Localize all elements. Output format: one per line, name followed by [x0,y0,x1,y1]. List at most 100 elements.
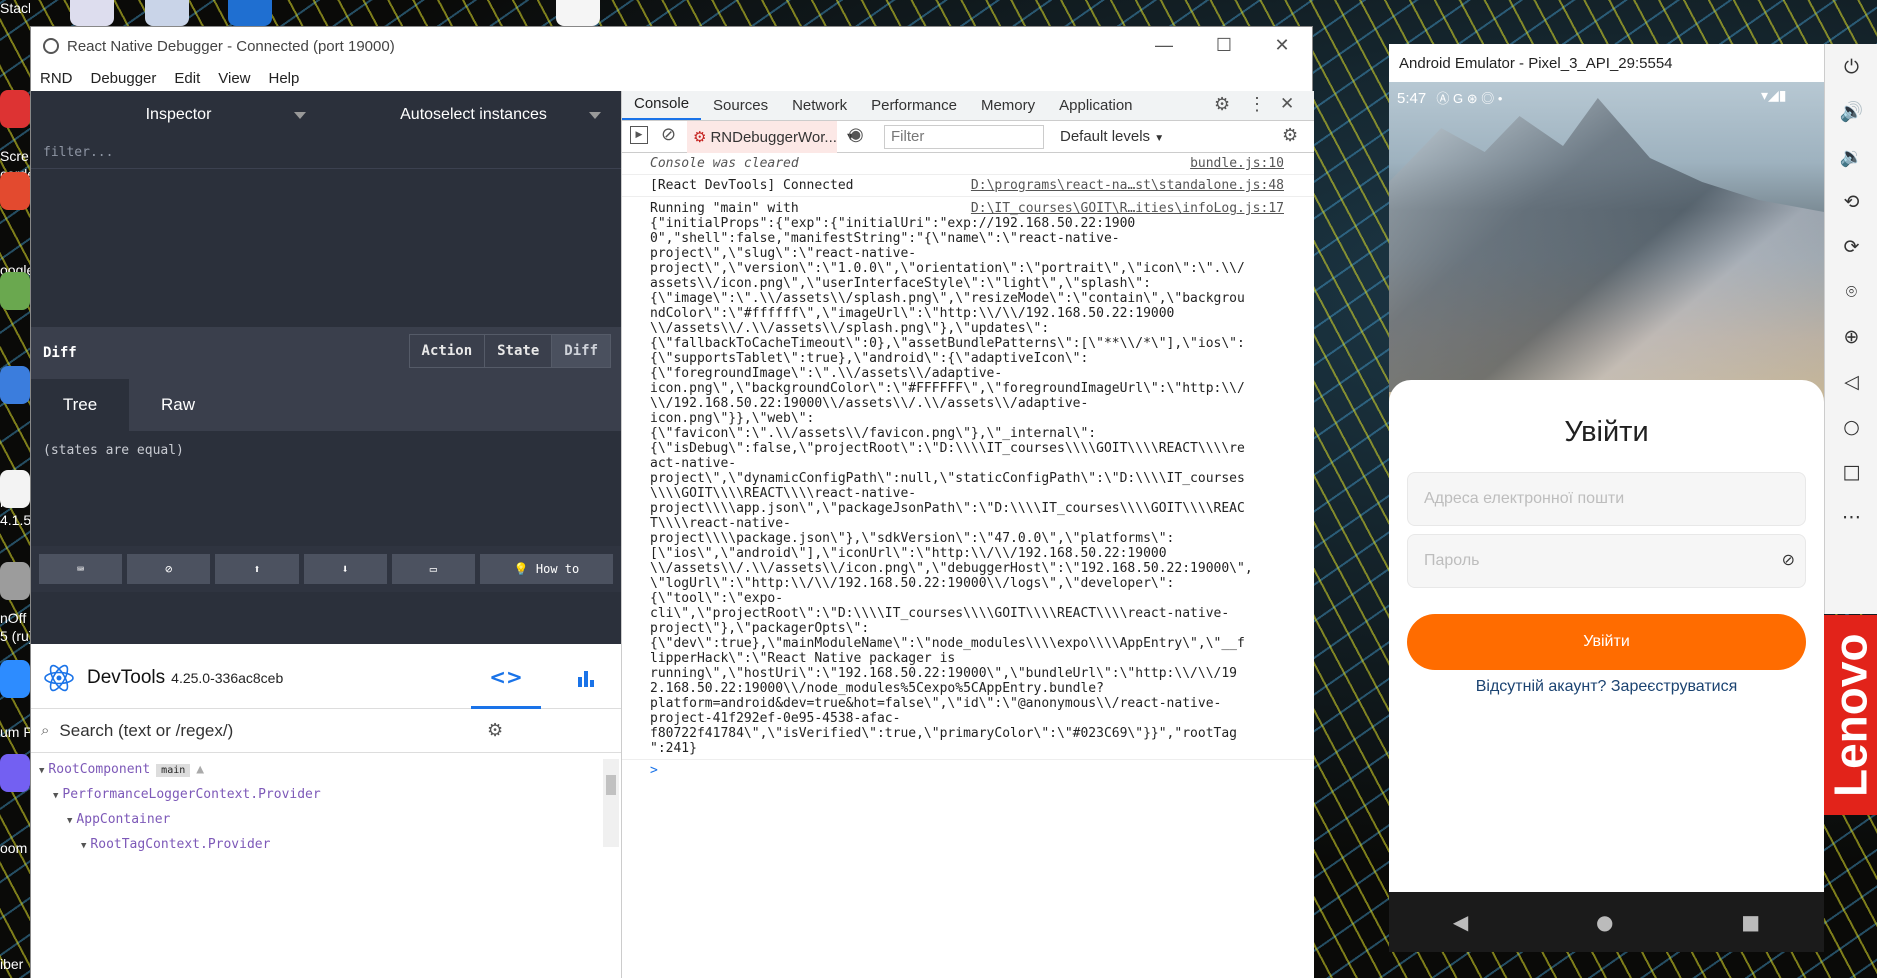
tab-tree[interactable]: Tree [31,379,129,431]
desktop-app-icon[interactable] [0,90,30,128]
power-icon[interactable]: ⏻ [1825,44,1877,89]
console-filter-input[interactable]: Filter [884,125,1044,149]
camera-icon[interactable]: ⌾ [1825,269,1877,314]
segment-action[interactable]: Action [410,335,485,367]
taskbar-app-icon[interactable] [228,0,272,26]
desktop-app-icon[interactable] [0,272,30,310]
tree-row[interactable]: ▼ RootComponent main ▲ [39,758,621,783]
more-icon[interactable]: ⋯ [1825,494,1877,539]
desktop-app-icon[interactable] [0,172,30,210]
devtools-tabbar: Console Sources Network Performance Memo… [622,91,1314,121]
context-select[interactable]: ⚙ RNDebuggerWor... ▼ [687,121,856,153]
volume-down-icon[interactable]: 🔉 [1825,134,1877,179]
tab-raw[interactable]: Raw [129,379,227,431]
login-button[interactable]: Увійти [1407,614,1806,670]
sidebar-toggle-icon[interactable]: ▶ [630,126,648,144]
close-devtools-icon[interactable]: ✕ [1280,94,1294,114]
caret-down-icon: ▼ [81,841,87,851]
password-field[interactable]: Пароль ⊘ [1407,534,1806,588]
menu-rnd[interactable]: RND [31,70,82,87]
clear-console-icon[interactable]: ⊘ [661,124,676,145]
component-search-input[interactable]: Search (text or /regex/) [59,721,233,741]
desktop-app-icon[interactable] [0,562,30,600]
log-levels-label: Default levels [1060,128,1151,145]
desktop-app-icon[interactable] [0,366,30,404]
menu-debugger[interactable]: Debugger [82,70,166,87]
source-link[interactable]: D:\programs\react-na…st\standalone.js:48 [971,178,1284,193]
minimize-icon[interactable]: — [1149,35,1179,56]
console-line: Running "main" with {"initialProps":{"ex… [622,197,1314,760]
home-icon[interactable]: ○ [1825,404,1877,449]
overview-icon[interactable]: □ [1825,449,1877,494]
console-settings-icon[interactable]: ⚙ [1282,125,1298,146]
log-levels-select[interactable]: Default levels ▼ [1060,128,1164,145]
prompt-chevron-icon: > [650,763,658,778]
desktop-icon-label[interactable]: 5 (ru) [0,628,30,645]
lenovo-logo: Lenovo [1824,615,1877,815]
import-icon[interactable]: ⬆ [215,554,299,584]
desktop-icon-label[interactable]: oom [0,840,30,857]
back-icon[interactable]: ◀ [1453,910,1468,934]
desktop-app-icon[interactable] [0,754,30,792]
eye-off-icon[interactable]: ⊘ [1782,535,1795,587]
slack-icon[interactable] [556,0,600,26]
volume-up-icon[interactable]: 🔊 [1825,89,1877,134]
action-filter-input[interactable]: filter... [31,139,621,169]
monitor-select[interactable]: Inspector [31,91,326,139]
menu-edit[interactable]: Edit [165,70,209,87]
tree-row[interactable]: ▼ RootTagContext.Provider [39,833,621,858]
rotate-right-icon[interactable]: ⟳ [1825,224,1877,269]
print-icon[interactable]: ▭ [391,554,475,584]
tab-application[interactable]: Application [1047,97,1144,120]
tab-network[interactable]: Network [780,97,859,120]
settings-gear-icon[interactable]: ⚙ [1214,94,1230,115]
components-tab[interactable]: <> [471,647,541,709]
back-icon[interactable]: ◁ [1825,359,1877,404]
segment-diff[interactable]: Diff [551,335,610,367]
more-menu-icon[interactable]: ⋮ [1248,94,1266,115]
console-toolbar: ▶ ⊘ ⚙ RNDebuggerWor... ▼ ◉ Filter Default … [622,121,1314,153]
instance-select[interactable]: Autoselect instances [326,91,621,139]
tree-row[interactable]: ▼ AppContainer [39,808,621,833]
taskbar-app-icon[interactable] [70,0,114,26]
tree-scrollbar[interactable] [603,759,619,847]
settings-gear-icon[interactable]: ⚙ [487,720,503,741]
desktop-app-icon[interactable] [0,660,30,698]
source-link[interactable]: D:\IT_courses\GOIT\R…ities\infoLog.js:17 [971,201,1284,216]
devtools-name: DevTools [87,666,166,688]
email-field[interactable]: Адреса електронної пошти [1407,472,1806,526]
profiler-tab[interactable] [561,647,611,709]
how-to-button[interactable]: 💡 How to [479,554,614,584]
home-icon[interactable]: ● [1596,910,1613,934]
desktop-icon-label[interactable]: Stack [0,0,30,17]
chevron-down-icon: ▼ [1154,133,1165,144]
export-icon[interactable]: ⬇ [303,554,387,584]
console-prompt[interactable]: > [622,760,1314,781]
tab-performance[interactable]: Performance [859,97,969,120]
recents-icon[interactable]: ■ [1741,910,1760,934]
eye-icon[interactable]: ◉ [848,124,864,145]
desktop-icon-label[interactable]: um P [0,724,30,741]
maximize-icon[interactable]: ☐ [1209,35,1239,56]
tab-sources[interactable]: Sources [701,97,780,120]
close-icon[interactable]: ✕ [1267,35,1297,56]
desktop-app-icon[interactable] [0,470,30,508]
desktop-icon-label[interactable]: nOff [0,610,30,627]
desktop-icon-label[interactable]: iber [0,956,30,973]
register-link[interactable]: Відсутній акаунт? Зареєструватися [1389,678,1824,696]
zoom-icon[interactable]: ⊕ [1825,314,1877,359]
source-link[interactable]: bundle.js:10 [1190,156,1284,171]
segment-state[interactable]: State [484,335,551,367]
keyboard-icon[interactable]: ⌨ [39,554,123,584]
tab-console[interactable]: Console [622,95,702,120]
tree-row[interactable]: ▼ PerformanceLoggerContext.Provider [39,783,621,808]
menu-help[interactable]: Help [260,70,309,87]
menu-view[interactable]: View [209,70,259,87]
slider-off-icon[interactable]: ⊘ [127,554,211,584]
taskbar-app-icon[interactable] [145,0,189,26]
tab-memory[interactable]: Memory [969,97,1047,120]
scrollbar-thumb[interactable] [606,775,616,795]
rotate-left-icon[interactable]: ⟲ [1825,179,1877,224]
desktop-icon-label[interactable]: Scre [0,148,30,165]
desktop-icon-label[interactable]: 4.1.5 [0,512,30,529]
